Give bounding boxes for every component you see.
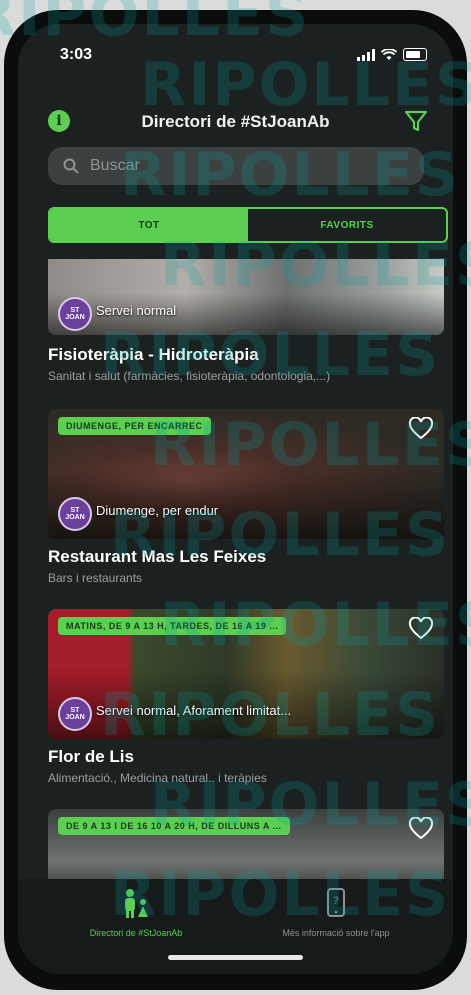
service-status: Servei normal <box>96 303 177 318</box>
directory-list: ST JOAN Servei normal Fisioteràpia - Hidr… <box>18 259 453 889</box>
signal-icon <box>357 48 375 61</box>
svg-text:?: ? <box>333 896 338 907</box>
card-title: Flor de Lis <box>48 747 134 766</box>
card-image: ST JOAN Servei normal <box>48 259 444 335</box>
status-icons <box>357 48 427 61</box>
tab-favorits[interactable]: FAVORITS <box>248 209 446 241</box>
search-icon <box>63 158 79 174</box>
heart-icon[interactable] <box>408 617 434 641</box>
app-screen: 3:03 i Directori de #StJoanAb Buscar TOT… <box>18 24 453 974</box>
service-status: Diumenge, per endur <box>96 503 219 518</box>
wifi-icon <box>381 48 397 60</box>
segmented-tabs: TOT FAVORITS <box>48 207 448 243</box>
bottom-tab-bar: Directori de #StJoanAb ? Més informació … <box>18 879 453 974</box>
search-input[interactable] <box>88 156 392 176</box>
tab-directory-label: Directori de #StJoanAb <box>89 928 183 938</box>
tab-info-label: Més informació sobre l'app <box>282 928 390 938</box>
card-title: Restaurant Mas Les Feixes <box>48 547 267 566</box>
filter-icon[interactable] <box>403 108 429 134</box>
tab-info[interactable]: ? Més informació sobre l'app <box>236 887 436 938</box>
card-title: Fisioteràpia - Hidroteràpia <box>48 345 259 364</box>
card-category: Sanitat i salut (farmàcies, fisioteràpia… <box>48 369 331 383</box>
status-time: 3:03 <box>60 46 93 63</box>
battery-icon <box>403 48 427 61</box>
home-indicator[interactable] <box>168 955 303 960</box>
heart-icon[interactable] <box>408 417 434 441</box>
app-header: i Directori de #StJoanAb <box>18 104 453 140</box>
page-title: Directori de #StJoanAb <box>141 112 330 131</box>
phone-info-icon: ? <box>327 888 345 917</box>
card-category: Alimentació., Medicina natural.. i teràp… <box>48 771 267 785</box>
heart-icon[interactable] <box>408 817 434 841</box>
tab-directory[interactable]: Directori de #StJoanAb <box>36 887 236 938</box>
people-icon <box>125 889 148 918</box>
service-status: Servei normal, Aforament limitat... <box>96 703 292 718</box>
business-logo: ST JOAN <box>58 497 92 531</box>
card-category: Bars i restaurants <box>48 571 143 585</box>
schedule-badge: DIUMENGE, PER ENCARREC <box>58 417 211 435</box>
schedule-badge: MATINS, DE 9 A 13 H, TARDES, DE 16 A 19 … <box>58 617 287 635</box>
card-image: MATINS, DE 9 A 13 H, TARDES, DE 16 A 19 … <box>48 609 444 739</box>
status-bar: 3:03 <box>18 24 453 84</box>
schedule-badge: DE 9 A 13 I DE 16 10 A 20 H, DE DILLUNS … <box>58 817 290 835</box>
business-logo: ST JOAN <box>58 697 92 731</box>
business-logo: ST JOAN <box>58 297 92 331</box>
phone-frame: 3:03 i Directori de #StJoanAb Buscar TOT… <box>4 10 467 990</box>
search-bar[interactable] <box>48 147 424 185</box>
tab-tot[interactable]: TOT <box>50 209 248 241</box>
card-image: DE 9 A 13 I DE 16 10 A 20 H, DE DILLUNS … <box>48 809 444 889</box>
card-image: DIUMENGE, PER ENCARREC ST JOAN Diumenge, … <box>48 409 444 539</box>
